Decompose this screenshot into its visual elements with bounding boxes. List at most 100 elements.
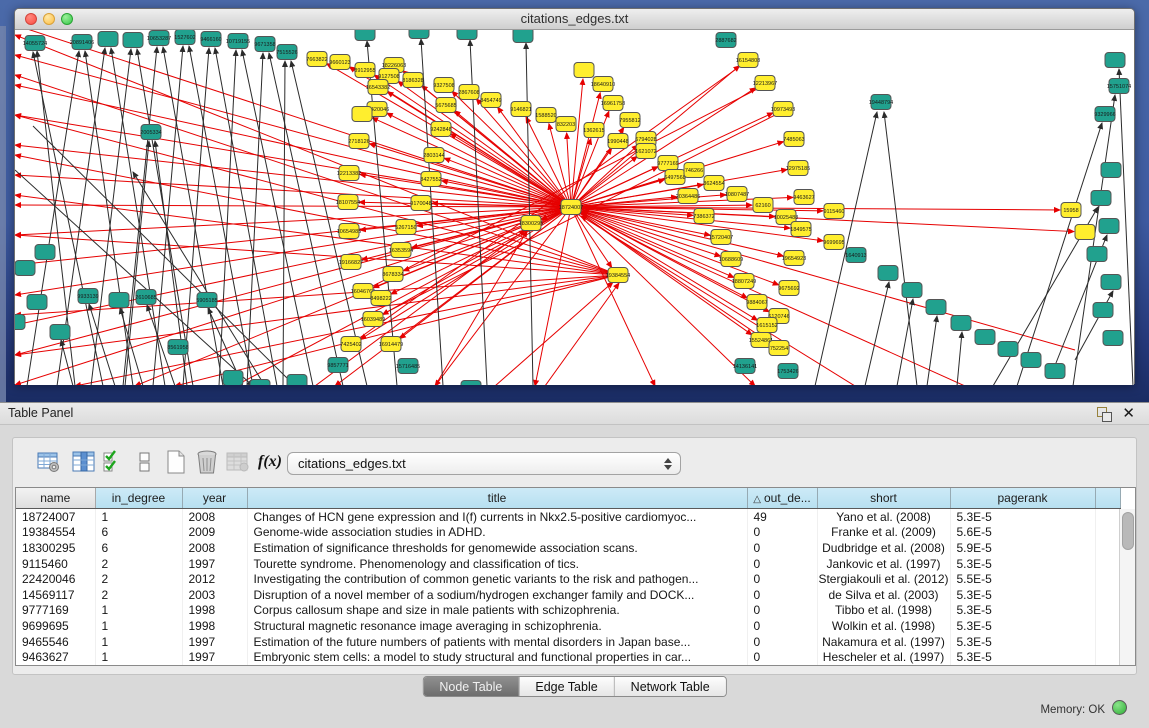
network-node[interactable]: 12213382 xyxy=(337,166,361,181)
cell[interactable]: 0 xyxy=(747,649,817,665)
network-node[interactable]: 9327508 xyxy=(433,78,454,93)
network-node[interactable]: 18300295 xyxy=(519,216,543,231)
network-node[interactable]: 9466160 xyxy=(200,32,221,47)
network-node[interactable]: 15958 xyxy=(1061,203,1081,218)
cell[interactable]: Nakamura et al. (1997) xyxy=(817,634,950,650)
network-node[interactable]: 10688609 xyxy=(719,252,743,267)
cell[interactable]: 2008 xyxy=(182,540,247,556)
network-node[interactable]: 2803144 xyxy=(423,148,444,163)
cell[interactable]: Embryonic stem cells: a model to study s… xyxy=(247,649,747,665)
cell[interactable]: 18724007 xyxy=(16,509,95,525)
network-node[interactable]: 9675692 xyxy=(778,281,799,296)
cell[interactable]: 2 xyxy=(95,587,182,603)
network-node[interactable]: 9242848 xyxy=(430,122,451,137)
network-node[interactable]: 12975185 xyxy=(786,161,810,176)
network-node[interactable]: 18807249 xyxy=(732,274,756,289)
tab-edge-table[interactable]: Edge Table xyxy=(519,677,614,696)
cell[interactable]: 14569117 xyxy=(16,587,95,603)
network-node[interactable]: 9115460 xyxy=(823,204,844,219)
cell[interactable]: 2009 xyxy=(182,525,247,541)
table-row[interactable]: 1872400712008Changes of HCN gene express… xyxy=(16,509,1120,525)
cell[interactable]: 1997 xyxy=(182,634,247,650)
cell[interactable]: 2 xyxy=(95,571,182,587)
network-node[interactable]: 19654923 xyxy=(782,251,806,266)
network-node[interactable]: 9933139 xyxy=(77,289,98,304)
network-node[interactable]: 9699695 xyxy=(823,235,844,250)
table-row[interactable]: 911546021997Tourette syndrome. Phenomeno… xyxy=(16,556,1120,572)
table-row[interactable]: 946554611997Estimation of the future num… xyxy=(16,634,1120,650)
network-node[interactable]: 2887682 xyxy=(715,33,736,48)
network-node[interactable] xyxy=(1091,191,1111,206)
network-node[interactable]: 7515526 xyxy=(276,45,297,60)
network-node[interactable]: 10719155 xyxy=(226,34,250,49)
cell[interactable]: 9465546 xyxy=(16,634,95,650)
vertical-scrollbar[interactable] xyxy=(1119,509,1135,665)
network-node[interactable] xyxy=(902,283,922,298)
cell[interactable]: 5.3E-5 xyxy=(950,509,1095,525)
network-node[interactable]: 9777169 xyxy=(657,156,678,171)
column-header-year[interactable]: year xyxy=(182,488,247,509)
cell[interactable]: Estimation of the future numbers of pati… xyxy=(247,634,747,650)
network-node[interactable]: 16914479 xyxy=(379,337,403,352)
network-node[interactable] xyxy=(1101,163,1121,178)
network-node[interactable] xyxy=(1101,275,1121,290)
network-node[interactable]: 746266 xyxy=(684,163,704,178)
cell[interactable]: Corpus callosum shape and size in male p… xyxy=(247,603,747,619)
function-builder-icon[interactable]: f(x) xyxy=(256,448,284,476)
network-node[interactable]: 18107554 xyxy=(336,195,360,210)
network-node[interactable]: 8561958 xyxy=(167,340,188,355)
network-node[interactable] xyxy=(878,266,898,281)
table-row[interactable]: 946362711997Embryonic stem cells: a mode… xyxy=(16,649,1120,665)
cell[interactable]: 5.3E-5 xyxy=(950,603,1095,619)
network-node[interactable]: 8678334 xyxy=(382,267,403,282)
network-node[interactable]: 16961758 xyxy=(601,96,625,111)
table-row[interactable]: 1830029562008Estimation of significance … xyxy=(16,540,1120,556)
column-header-name[interactable]: name xyxy=(16,488,95,509)
network-node[interactable] xyxy=(461,381,481,386)
cell[interactable]: Hescheler et al. (1997) xyxy=(817,649,950,665)
network-node[interactable]: 10653287 xyxy=(147,31,171,46)
tab-network-table[interactable]: Network Table xyxy=(615,677,726,696)
network-node[interactable]: 832203 xyxy=(556,117,576,132)
cell[interactable]: Changes of HCN gene expression and I(f) … xyxy=(247,509,747,525)
cell[interactable]: Yano et al. (2008) xyxy=(817,509,950,525)
cell[interactable]: 0 xyxy=(747,540,817,556)
network-node[interactable]: 9146821 xyxy=(510,102,531,117)
network-node[interactable]: 9329966 xyxy=(1094,107,1115,122)
cell[interactable]: 1 xyxy=(95,618,182,634)
network-node[interactable] xyxy=(457,30,477,40)
column-header-short[interactable]: short xyxy=(817,488,950,509)
network-node[interactable]: 15716485 xyxy=(396,359,420,374)
network-node[interactable]: 5267150 xyxy=(395,220,416,235)
cell[interactable]: Disruption of a novel member of a sodium… xyxy=(247,587,747,603)
cell[interactable]: Tourette syndrome. Phenomenology and cla… xyxy=(247,556,747,572)
table-column-icon[interactable] xyxy=(70,448,98,476)
cell[interactable]: 1 xyxy=(95,603,182,619)
network-node[interactable] xyxy=(1045,364,1065,379)
network-node[interactable] xyxy=(15,261,35,276)
minimize-traffic-light-icon[interactable] xyxy=(43,13,55,25)
cell[interactable]: 9463627 xyxy=(16,649,95,665)
cell[interactable]: 0 xyxy=(747,634,817,650)
cell[interactable] xyxy=(1095,618,1120,634)
cell[interactable]: Dudbridge et al. (2008) xyxy=(817,540,950,556)
cell[interactable]: 1997 xyxy=(182,556,247,572)
cell[interactable]: 0 xyxy=(747,587,817,603)
cell[interactable] xyxy=(1095,634,1120,650)
cell[interactable]: 2008 xyxy=(182,509,247,525)
cell[interactable]: 0 xyxy=(747,603,817,619)
cell[interactable]: 5.6E-5 xyxy=(950,525,1095,541)
cell[interactable]: 0 xyxy=(747,556,817,572)
cell[interactable]: 1998 xyxy=(182,618,247,634)
network-node[interactable]: 19166827 xyxy=(339,255,363,270)
network-node[interactable] xyxy=(355,30,375,41)
cell[interactable]: 18300295 xyxy=(16,540,95,556)
cell[interactable]: 6 xyxy=(95,525,182,541)
network-node[interactable]: 1527602 xyxy=(174,30,195,45)
network-node[interactable] xyxy=(35,245,55,260)
cell[interactable]: Estimation of significance thresholds fo… xyxy=(247,540,747,556)
cell[interactable]: 1997 xyxy=(182,649,247,665)
network-node[interactable]: 5675685 xyxy=(435,98,456,113)
network-node[interactable]: 7485063 xyxy=(783,132,804,147)
scrollbar-thumb[interactable] xyxy=(1122,512,1134,550)
